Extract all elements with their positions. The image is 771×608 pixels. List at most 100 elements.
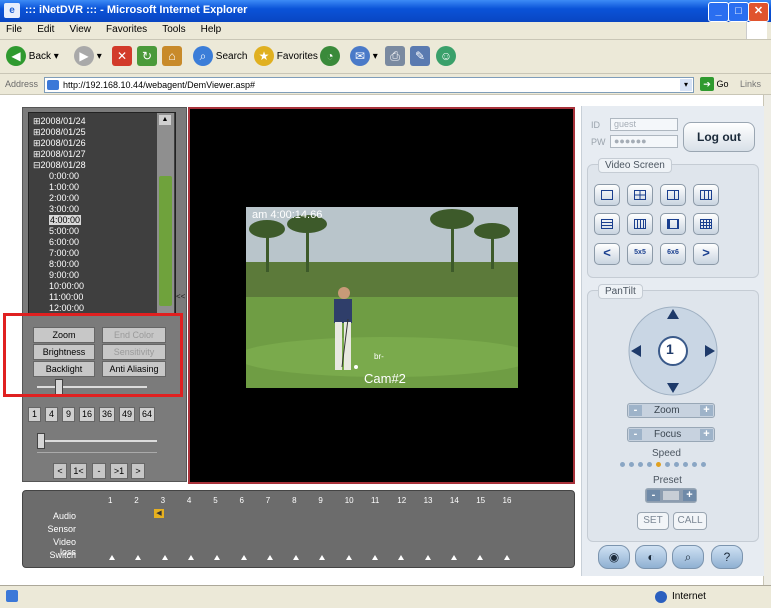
split-6x6-button[interactable]: 6x6 [660,243,686,265]
page-scrollbar[interactable] [763,95,771,585]
switch-indicator-icon[interactable] [266,555,273,560]
go-button[interactable]: ➔ Go [700,77,729,91]
speed-dot[interactable] [692,462,697,467]
split-5x5-button[interactable]: 5x5 [627,243,653,265]
mail-button[interactable]: ✉ ▾ [350,45,378,69]
layout-button-9[interactable]: 9 [62,407,75,422]
tree-date-item[interactable]: ⊞2008/01/27 [33,149,86,159]
id-field[interactable]: guest [610,118,678,131]
speed-dot[interactable] [620,462,625,467]
minimize-button[interactable]: _ [708,2,729,22]
tree-time-item[interactable]: 8:00:00 [49,259,79,269]
split-8-button[interactable] [660,213,686,235]
tree-time-item[interactable]: 5:00:00 [49,226,79,236]
menu-favorites[interactable]: Favorites [106,24,147,35]
speed-dot[interactable] [665,462,670,467]
tree-date-item[interactable]: ⊞2008/01/25 [33,127,86,137]
layout-button-1[interactable]: 1 [28,407,41,422]
preset-call-button[interactable]: CALL [673,512,707,530]
playback-slider-knob[interactable] [37,433,45,449]
ptz-center-number[interactable]: 1 [666,341,674,357]
tree-expander-icon[interactable]: ⊞ [33,116,41,126]
tree-scroll-up-icon[interactable]: ▲ [159,115,171,125]
tree-time-item[interactable]: 2:00:00 [49,193,79,203]
menu-file[interactable]: File [6,24,22,35]
edit-button[interactable]: ✎ [410,45,430,69]
links-label[interactable]: Links [740,79,761,89]
focus-out-button[interactable]: - [629,429,642,440]
tree-time-item[interactable]: 11:00:00 [49,292,83,302]
switch-indicator-icon[interactable] [161,555,168,560]
layout-button-64[interactable]: 64 [139,407,155,422]
history-button[interactable]: ◔ [320,45,340,69]
switch-indicator-icon[interactable] [424,555,431,560]
switch-indicator-icon[interactable] [109,555,115,560]
focus-in-button[interactable]: + [700,429,713,440]
tree-date-item[interactable]: ⊞2008/01/24 [33,116,86,126]
speed-dot[interactable] [629,462,634,467]
logout-button[interactable]: Log out [683,122,755,152]
tree-date-item[interactable]: ⊞2008/01/26 [33,138,86,148]
preset-value[interactable] [663,491,679,500]
split-1-button[interactable] [594,184,620,206]
tree-time-item[interactable]: 12:00:00 [49,303,84,313]
switch-indicator-icon[interactable] [477,555,484,560]
layout-button-4[interactable]: 4 [45,407,58,422]
switch-indicator-icon[interactable] [293,555,300,560]
switch-indicator-icon[interactable] [398,555,405,560]
layout-button-16[interactable]: 16 [79,407,95,422]
speed-dot[interactable] [701,462,706,467]
refresh-button[interactable]: ↻ [137,45,157,69]
messenger-button[interactable]: ☺ [436,45,456,69]
menu-help[interactable]: Help [201,24,222,35]
preset-set-button[interactable]: SET [637,512,669,530]
split-9-button[interactable] [693,184,719,206]
tree-expander-icon[interactable]: ⊟ [33,160,41,170]
tree-time-item[interactable]: 0:00:00 [49,171,79,181]
switch-indicator-icon[interactable] [240,555,247,560]
favorites-button[interactable]: ★ Favorites [254,45,318,69]
switch-indicator-icon[interactable] [450,555,457,560]
layout-button-36[interactable]: 36 [99,407,115,422]
home-button[interactable]: ⌂ [162,45,182,69]
tree-time-item[interactable]: 9:00:00 [49,270,79,280]
switch-indicator-icon[interactable] [187,555,194,560]
speed-dot[interactable] [647,462,652,467]
menu-tools[interactable]: Tools [162,24,185,35]
menu-view[interactable]: View [69,24,91,35]
tree-expander-icon[interactable]: ⊞ [33,138,41,148]
preset-next-button[interactable]: + [683,490,696,501]
switch-indicator-icon[interactable] [135,555,142,560]
pause-button[interactable]: - [92,463,106,479]
tree-expander-icon[interactable]: ⊞ [33,149,41,159]
switch-indicator-icon[interactable] [372,555,378,560]
split-4-button[interactable] [627,184,653,206]
step-forward-button[interactable]: >1 [110,463,128,479]
recording-tree[interactable]: ⊞2008/01/24 ⊞2008/01/25 ⊞2008/01/26 ⊞2008/0… [28,112,176,314]
address-dropdown-icon[interactable]: ▾ [680,79,692,91]
tree-expander-icon[interactable]: ⊞ [33,127,41,137]
split-10-button[interactable] [594,213,620,235]
switch-indicator-icon[interactable] [319,555,326,560]
switch-indicator-icon[interactable] [214,555,221,560]
split-16-button[interactable] [693,213,719,235]
screen-prev-button[interactable]: < [594,243,620,265]
layout-button-49[interactable]: 49 [119,407,135,422]
stop-button[interactable]: ✕ [112,45,132,69]
tree-time-item[interactable]: 4:00:00 [49,215,82,225]
tree-time-item[interactable]: 1:00:00 [49,182,79,192]
switch-indicator-icon[interactable] [345,555,352,560]
split-13-button[interactable] [627,213,653,235]
fast-forward-button[interactable]: > [131,463,145,479]
print-button[interactable]: ⎙ [385,45,405,69]
tree-time-item[interactable]: 10:00:00 [49,281,84,291]
back-button[interactable]: ◀ Back ▾ [6,45,59,69]
speed-dot[interactable] [683,462,688,467]
zoom-out-button[interactable]: - [629,405,642,416]
search-button[interactable]: ⌕ Search [193,45,247,69]
maximize-button[interactable]: □ [728,2,749,22]
menu-edit[interactable]: Edit [37,24,54,35]
help-button[interactable]: ? [711,545,743,569]
tree-time-item[interactable]: 6:00:00 [49,237,79,247]
address-input[interactable]: http://192.168.10.44/webagent/DemViewer.… [44,77,694,93]
